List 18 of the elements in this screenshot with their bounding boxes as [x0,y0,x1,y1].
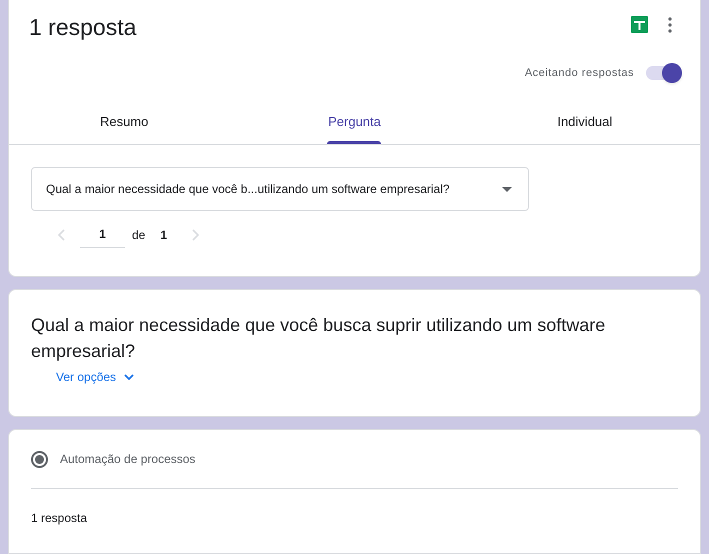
option-label: Automação de processos [60,451,196,468]
caret-icon [502,186,512,192]
question-title: Qual a maior necessidade que você busca suprir utilizando um software empresarial? [31,314,606,363]
view-options-link[interactable]: Ver opções [56,368,134,386]
tab[interactable]: Individual [470,99,700,144]
more-menu-icon[interactable] [668,16,672,32]
accepting-toggle[interactable] [646,66,680,80]
page-number-field[interactable]: 1 [80,221,125,248]
page-total: 1 [160,226,168,244]
response-count: 1 resposta [31,510,88,527]
spreadsheet-icon[interactable] [631,16,648,33]
accepting-label: Aceitando respostas [524,66,634,80]
tab[interactable]: Pergunta [239,99,470,144]
of-label: de [132,226,146,244]
tab[interactable]: Resumo [9,99,240,144]
question-dropdown[interactable]: Qual a maior necessidade que você b...utilizando um software empresarial? [31,167,529,211]
response-count-title: 1 resposta [29,13,136,42]
chevron-down-icon [124,374,134,380]
